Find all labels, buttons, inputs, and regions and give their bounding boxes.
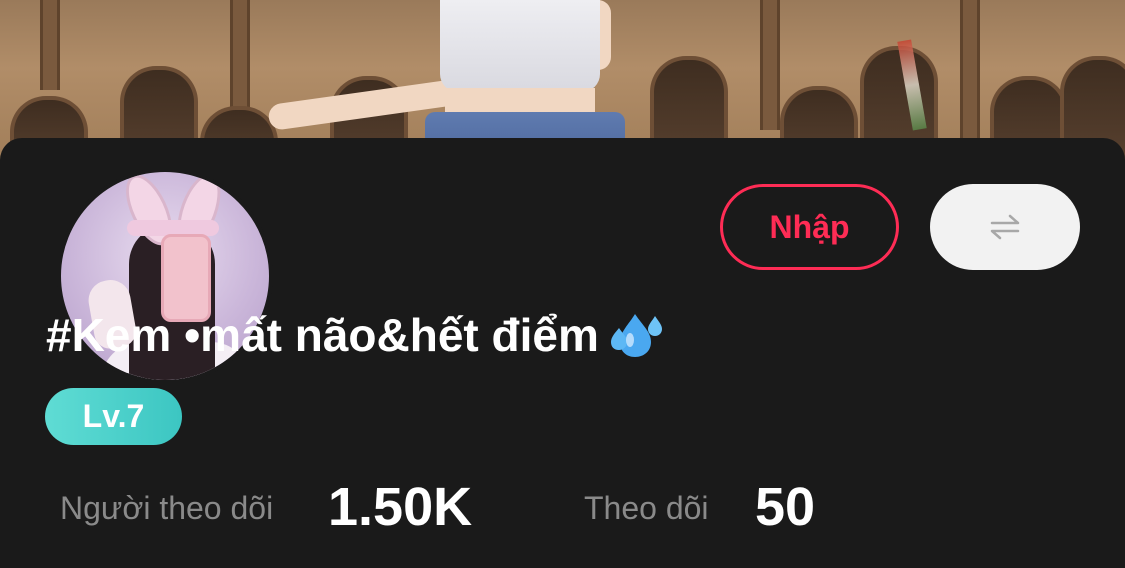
level-badge: Lv.7 (45, 388, 182, 445)
import-button[interactable]: Nhập (720, 184, 899, 270)
swap-arrows-icon (990, 214, 1020, 240)
following-count[interactable]: 50 (755, 476, 815, 538)
profile-card: Nhập #Kem •mất não&hết điểm Lv.7 Người t… (0, 138, 1125, 568)
profile-screen: Nhập #Kem •mất não&hết điểm Lv.7 Người t… (0, 0, 1125, 568)
switch-account-button[interactable] (930, 184, 1080, 270)
followers-label[interactable]: Người theo dõi (60, 490, 273, 527)
following-label[interactable]: Theo dõi (584, 490, 709, 527)
profile-name: #Kem •mất não&hết điểm (46, 308, 665, 362)
profile-name-text: #Kem •mất não&hết điểm (46, 309, 599, 361)
sweat-droplets-icon (610, 314, 662, 357)
followers-count[interactable]: 1.50K (328, 476, 472, 538)
